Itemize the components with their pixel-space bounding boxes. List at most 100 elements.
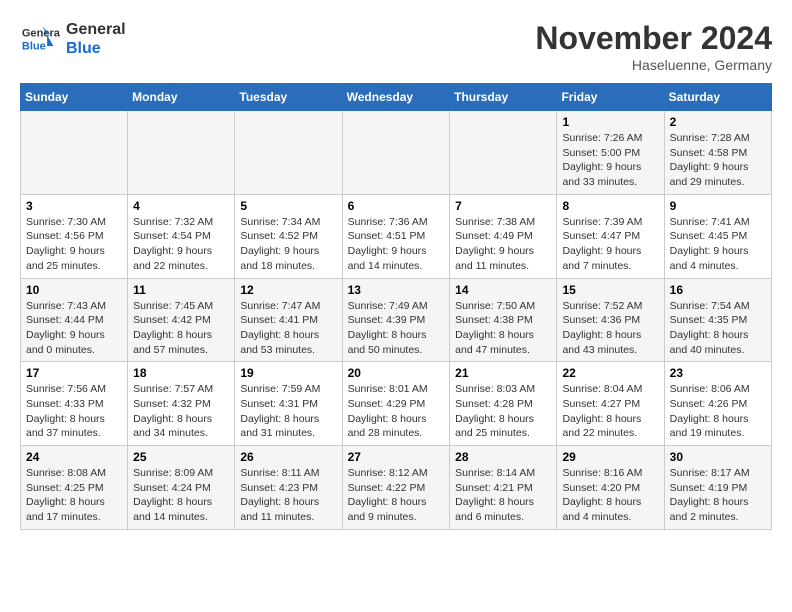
calendar-cell: 15Sunrise: 7:52 AMSunset: 4:36 PMDayligh… <box>557 278 664 362</box>
day-header-friday: Friday <box>557 84 664 111</box>
logo: General Blue General Blue <box>20 20 126 58</box>
day-info: Sunrise: 8:16 AMSunset: 4:20 PMDaylight:… <box>562 466 658 525</box>
calendar-cell: 13Sunrise: 7:49 AMSunset: 4:39 PMDayligh… <box>342 278 450 362</box>
calendar-cell: 7Sunrise: 7:38 AMSunset: 4:49 PMDaylight… <box>450 194 557 278</box>
calendar-cell: 8 Sunrise: 7:39 AMSunset: 4:47 PMDaylight… <box>557 194 664 278</box>
day-header-wednesday: Wednesday <box>342 84 450 111</box>
calendar-cell: 9 Sunrise: 7:41 AMSunset: 4:45 PMDaylight… <box>664 194 771 278</box>
day-number: 13 <box>348 283 445 297</box>
day-header-monday: Monday <box>128 84 235 111</box>
calendar-cell: 10Sunrise: 7:43 AMSunset: 4:44 PMDayligh… <box>21 278 128 362</box>
calendar-cell: 29 Sunrise: 8:16 AMSunset: 4:20 PMDayligh… <box>557 446 664 530</box>
calendar-cell <box>21 111 128 195</box>
day-number: 5 <box>240 199 336 213</box>
page-header: General Blue General Blue November 2024 … <box>20 20 772 73</box>
day-info: Sunrise: 8:06 AMSunset: 4:26 PMDaylight:… <box>670 382 766 441</box>
day-info: Sunrise: 7:39 AMSunset: 4:47 PMDaylight:… <box>562 215 658 274</box>
day-info: Sunrise: 8:14 AMSunset: 4:21 PMDaylight:… <box>455 466 551 525</box>
day-number: 19 <box>240 366 336 380</box>
day-number: 27 <box>348 450 445 464</box>
day-info: Sunrise: 7:47 AMSunset: 4:41 PMDaylight:… <box>240 299 336 358</box>
day-info: Sunrise: 7:32 AMSunset: 4:54 PMDaylight:… <box>133 215 229 274</box>
calendar-week-3: 10Sunrise: 7:43 AMSunset: 4:44 PMDayligh… <box>21 278 772 362</box>
calendar-cell <box>235 111 342 195</box>
calendar-cell <box>128 111 235 195</box>
calendar-week-4: 17 Sunrise: 7:56 AMSunset: 4:33 PMDayligh… <box>21 362 772 446</box>
calendar-cell: 25 Sunrise: 8:09 AMSunset: 4:24 PMDayligh… <box>128 446 235 530</box>
day-number: 14 <box>455 283 551 297</box>
day-info: Sunrise: 7:54 AMSunset: 4:35 PMDaylight:… <box>670 299 766 358</box>
day-number: 16 <box>670 283 766 297</box>
day-info: Sunrise: 8:03 AMSunset: 4:28 PMDaylight:… <box>455 382 551 441</box>
calendar-cell <box>342 111 450 195</box>
logo-icon: General Blue <box>20 24 60 54</box>
calendar-cell: 30Sunrise: 8:17 AMSunset: 4:19 PMDayligh… <box>664 446 771 530</box>
day-info: Sunrise: 7:59 AMSunset: 4:31 PMDaylight:… <box>240 382 336 441</box>
calendar-cell: 12 Sunrise: 7:47 AMSunset: 4:41 PMDayligh… <box>235 278 342 362</box>
calendar-cell: 3 Sunrise: 7:30 AMSunset: 4:56 PMDaylight… <box>21 194 128 278</box>
calendar-cell: 24 Sunrise: 8:08 AMSunset: 4:25 PMDayligh… <box>21 446 128 530</box>
day-info: Sunrise: 7:56 AMSunset: 4:33 PMDaylight:… <box>26 382 122 441</box>
logo-blue: Blue <box>66 39 126 58</box>
calendar-week-1: 1Sunrise: 7:26 AMSunset: 5:00 PMDaylight… <box>21 111 772 195</box>
day-info: Sunrise: 7:30 AMSunset: 4:56 PMDaylight:… <box>26 215 122 274</box>
day-number: 17 <box>26 366 122 380</box>
calendar-cell: 5Sunrise: 7:34 AMSunset: 4:52 PMDaylight… <box>235 194 342 278</box>
calendar-cell: 14 Sunrise: 7:50 AMSunset: 4:38 PMDayligh… <box>450 278 557 362</box>
day-number: 12 <box>240 283 336 297</box>
day-number: 7 <box>455 199 551 213</box>
day-info: Sunrise: 7:50 AMSunset: 4:38 PMDaylight:… <box>455 299 551 358</box>
month-title: November 2024 <box>535 20 772 57</box>
day-number: 18 <box>133 366 229 380</box>
day-info: Sunrise: 7:36 AMSunset: 4:51 PMDaylight:… <box>348 215 445 274</box>
calendar-cell: 20 Sunrise: 8:01 AMSunset: 4:29 PMDayligh… <box>342 362 450 446</box>
day-number: 20 <box>348 366 445 380</box>
day-header-saturday: Saturday <box>664 84 771 111</box>
day-info: Sunrise: 7:28 AMSunset: 4:58 PMDaylight:… <box>670 131 766 190</box>
day-info: Sunrise: 8:09 AMSunset: 4:24 PMDaylight:… <box>133 466 229 525</box>
title-block: November 2024 Haseluenne, Germany <box>535 20 772 73</box>
calendar-cell: 2Sunrise: 7:28 AMSunset: 4:58 PMDaylight… <box>664 111 771 195</box>
svg-text:General: General <box>22 28 60 40</box>
calendar-cell: 18Sunrise: 7:57 AMSunset: 4:32 PMDayligh… <box>128 362 235 446</box>
calendar-cell: 23 Sunrise: 8:06 AMSunset: 4:26 PMDayligh… <box>664 362 771 446</box>
calendar-cell: 16 Sunrise: 7:54 AMSunset: 4:35 PMDayligh… <box>664 278 771 362</box>
day-header-thursday: Thursday <box>450 84 557 111</box>
calendar: SundayMondayTuesdayWednesdayThursdayFrid… <box>20 83 772 530</box>
calendar-cell: 28 Sunrise: 8:14 AMSunset: 4:21 PMDayligh… <box>450 446 557 530</box>
calendar-week-2: 3 Sunrise: 7:30 AMSunset: 4:56 PMDaylight… <box>21 194 772 278</box>
day-number: 6 <box>348 199 445 213</box>
calendar-cell: 19 Sunrise: 7:59 AMSunset: 4:31 PMDayligh… <box>235 362 342 446</box>
day-info: Sunrise: 8:08 AMSunset: 4:25 PMDaylight:… <box>26 466 122 525</box>
day-info: Sunrise: 7:41 AMSunset: 4:45 PMDaylight:… <box>670 215 766 274</box>
day-number: 11 <box>133 283 229 297</box>
day-number: 23 <box>670 366 766 380</box>
calendar-cell: 21 Sunrise: 8:03 AMSunset: 4:28 PMDayligh… <box>450 362 557 446</box>
day-number: 3 <box>26 199 122 213</box>
day-info: Sunrise: 8:12 AMSunset: 4:22 PMDaylight:… <box>348 466 445 525</box>
day-number: 21 <box>455 366 551 380</box>
day-number: 28 <box>455 450 551 464</box>
day-info: Sunrise: 8:17 AMSunset: 4:19 PMDaylight:… <box>670 466 766 525</box>
calendar-cell: 4 Sunrise: 7:32 AMSunset: 4:54 PMDaylight… <box>128 194 235 278</box>
day-info: Sunrise: 8:01 AMSunset: 4:29 PMDaylight:… <box>348 382 445 441</box>
day-number: 4 <box>133 199 229 213</box>
day-number: 15 <box>562 283 658 297</box>
logo-general: General <box>66 20 126 39</box>
location: Haseluenne, Germany <box>535 57 772 73</box>
day-number: 26 <box>240 450 336 464</box>
calendar-header-row: SundayMondayTuesdayWednesdayThursdayFrid… <box>21 84 772 111</box>
day-number: 25 <box>133 450 229 464</box>
day-number: 9 <box>670 199 766 213</box>
day-number: 29 <box>562 450 658 464</box>
day-header-tuesday: Tuesday <box>235 84 342 111</box>
day-number: 8 <box>562 199 658 213</box>
calendar-cell <box>450 111 557 195</box>
calendar-cell: 6 Sunrise: 7:36 AMSunset: 4:51 PMDaylight… <box>342 194 450 278</box>
day-info: Sunrise: 8:04 AMSunset: 4:27 PMDaylight:… <box>562 382 658 441</box>
day-number: 10 <box>26 283 122 297</box>
calendar-cell: 27 Sunrise: 8:12 AMSunset: 4:22 PMDayligh… <box>342 446 450 530</box>
day-number: 1 <box>562 115 658 129</box>
day-number: 24 <box>26 450 122 464</box>
day-info: Sunrise: 8:11 AMSunset: 4:23 PMDaylight:… <box>240 466 336 525</box>
